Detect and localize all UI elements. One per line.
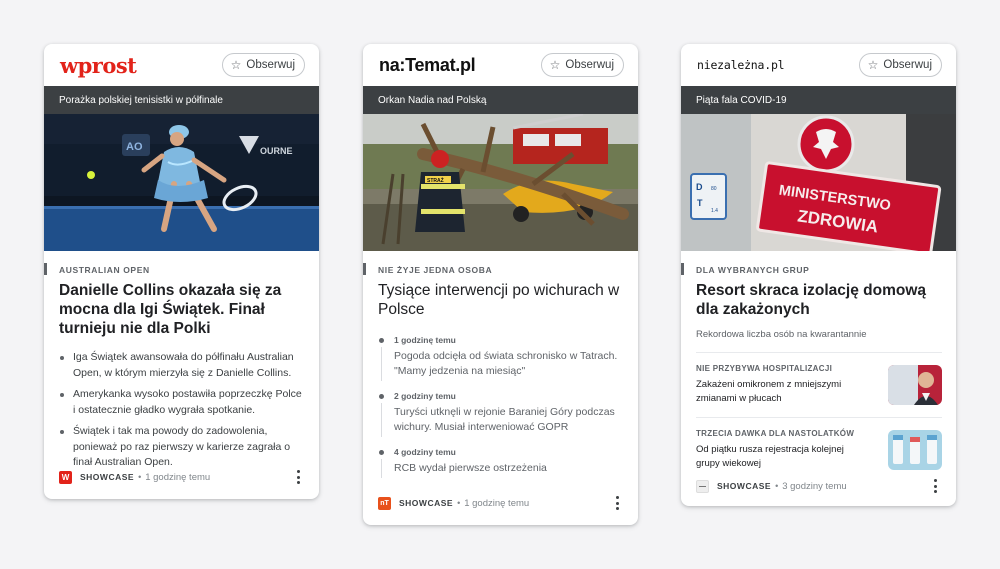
timeline-time: 4 godziny temu xyxy=(394,447,456,457)
related-kicker: NIE PRZYBYWA HOSPITALIZACJI xyxy=(696,364,833,373)
ministry-of-health-sign-photo: D 80 T 1.4 MINISTERSTWO ZDROWIA xyxy=(681,114,956,251)
publisher-name: na:Temat.pl xyxy=(379,54,476,75)
separator-dot: • xyxy=(775,481,779,491)
source-label: SHOWCASE xyxy=(80,472,135,482)
headline[interactable]: Resort skraca izolację domową dla zakażo… xyxy=(696,281,942,319)
plate-text: 1.4 xyxy=(711,208,718,214)
bullet-item[interactable]: Iga Świątek awansowała do półfinału Aust… xyxy=(59,350,305,381)
follow-button[interactable]: ☆ Obserwuj xyxy=(221,53,305,77)
kicker-row: NIE ŻYJE JEDNA OSOBA Tysiące interwencji… xyxy=(363,251,624,319)
headline[interactable]: Tysiące interwencji po wichurach w Polsc… xyxy=(378,281,624,319)
news-card-natemat[interactable]: na:Temat.pl ☆ Obserwuj Orkan Nadia nad P… xyxy=(363,44,638,525)
source-label: SHOWCASE xyxy=(399,498,454,508)
card-header: wprost ☆ Obserwuj xyxy=(44,44,319,86)
tennis-player-photo: AO OURNE xyxy=(44,114,319,251)
svg-text:STRAŻ: STRAŻ xyxy=(427,177,444,184)
related-text: NIE PRZYBYWA HOSPITALIZACJI Zakażeni omi… xyxy=(696,364,866,406)
star-icon: ☆ xyxy=(230,58,242,72)
topic-label: Orkan Nadia nad Polską xyxy=(378,94,487,106)
kicker: AUSTRALIAN OPEN xyxy=(59,265,150,275)
follow-label: Obserwuj xyxy=(883,59,932,71)
hero-image-storm[interactable]: STRAŻ xyxy=(363,114,638,251)
related-title: Zakażeni omikronem z mniejszymi zmianami… xyxy=(696,379,842,404)
card-footer: nT SHOWCASE • 1 godzinę temu xyxy=(378,493,624,513)
news-card-niezalezna[interactable]: niezależna.pl ☆ Obserwuj Piąta fala COVI… xyxy=(681,44,956,506)
card-body: AUSTRALIAN OPEN Danielle Collins okazała… xyxy=(44,251,319,471)
hero-image-ministry[interactable]: D 80 T 1.4 MINISTERSTWO ZDROWIA xyxy=(681,114,956,251)
publisher-name: niezależna.pl xyxy=(697,58,785,72)
related-item[interactable]: TRZECIA DAWKA DLA NASTOLATKÓW Od piątku … xyxy=(696,417,942,482)
more-options-icon[interactable] xyxy=(610,494,624,512)
timestamp: 3 godziny temu xyxy=(782,480,847,492)
timeline-time: 2 godziny temu xyxy=(394,391,456,401)
publisher-logo-natemat[interactable]: na:Temat.pl xyxy=(379,54,476,76)
hero-image-tennis-player[interactable]: AO OURNE xyxy=(44,114,319,251)
timeline: 1 godzinę temu Pogoda odcięła od świata … xyxy=(378,335,624,478)
firefighter-fallen-tree-photo: STRAŻ xyxy=(363,114,638,251)
related-list: NIE PRZYBYWA HOSPITALIZACJI Zakażeni omi… xyxy=(696,352,942,482)
card-header: na:Temat.pl ☆ Obserwuj xyxy=(363,44,638,86)
svg-text:OURNE: OURNE xyxy=(260,146,293,156)
publisher-logo-wprost[interactable]: wprost xyxy=(60,52,137,78)
topic-bar[interactable]: Piąta fala COVID-19 xyxy=(681,86,956,114)
bullet-list: Iga Świątek awansowała do półfinału Aust… xyxy=(59,350,305,471)
more-options-icon[interactable] xyxy=(291,468,305,486)
related-kicker: TRZECIA DAWKA DLA NASTOLATKÓW xyxy=(696,429,855,438)
follow-button[interactable]: ☆ Obserwuj xyxy=(540,53,624,77)
timeline-text: RCB wydał pierwsze ostrzeżenia xyxy=(394,462,547,474)
timeline-item[interactable]: 1 godzinę temu Pogoda odcięła od świata … xyxy=(378,335,624,381)
plate-text: 80 xyxy=(711,186,717,192)
follow-button[interactable]: ☆ Obserwuj xyxy=(858,53,942,77)
vaccine-thumbnail xyxy=(888,430,942,470)
plate-text: T xyxy=(697,198,703,208)
natemat-favicon-icon: nT xyxy=(378,496,391,510)
timeline-text: Turyści utknęli w rejonie Baraniej Góry … xyxy=(394,406,615,433)
timestamp: 1 godzinę temu xyxy=(464,497,530,509)
kicker-row: AUSTRALIAN OPEN Danielle Collins okazała… xyxy=(44,251,305,338)
timeline-text: Pogoda odcięła od świata schronisko w Ta… xyxy=(394,350,618,377)
timestamp: 1 godzinę temu xyxy=(145,471,211,483)
card-body: NIE ŻYJE JEDNA OSOBA Tysiące interwencji… xyxy=(363,251,638,478)
kicker: DLA WYBRANYCH GRUP xyxy=(696,265,810,275)
timeline-item[interactable]: 2 godziny temu Turyści utknęli w rejonie… xyxy=(378,391,624,437)
follow-label: Obserwuj xyxy=(246,59,295,71)
star-icon: ☆ xyxy=(867,58,879,72)
kicker: NIE ŻYJE JEDNA OSOBA xyxy=(378,265,493,275)
doctor-photo xyxy=(888,365,942,405)
follow-label: Obserwuj xyxy=(565,59,614,71)
topic-label: Piąta fala COVID-19 xyxy=(696,94,787,106)
topic-bar[interactable]: Porażka polskiej tenisistki w półfinale xyxy=(44,86,319,114)
card-footer: W SHOWCASE • 1 godzinę temu xyxy=(59,467,305,487)
separator-dot: • xyxy=(138,472,142,482)
related-text: TRZECIA DAWKA DLA NASTOLATKÓW Od piątku … xyxy=(696,429,866,471)
card-footer: SHOWCASE • 3 godziny temu xyxy=(696,476,942,496)
card-body: DLA WYBRANYCH GRUP Resort skraca izolacj… xyxy=(681,251,956,482)
niezalezna-favicon-icon xyxy=(696,479,709,493)
headline[interactable]: Danielle Collins okazała się za mocna dl… xyxy=(59,281,305,338)
more-options-icon[interactable] xyxy=(928,477,942,495)
topic-bar[interactable]: Orkan Nadia nad Polską xyxy=(363,86,638,114)
topic-label: Porażka polskiej tenisistki w półfinale xyxy=(59,94,223,106)
card-header: niezależna.pl ☆ Obserwuj xyxy=(681,44,956,86)
news-card-wprost[interactable]: wprost ☆ Obserwuj Porażka polskiej tenis… xyxy=(44,44,319,499)
related-item[interactable]: NIE PRZYBYWA HOSPITALIZACJI Zakażeni omi… xyxy=(696,352,942,417)
svg-text:AO: AO xyxy=(126,141,143,153)
separator-dot: • xyxy=(457,498,461,508)
wprost-favicon-icon: W xyxy=(59,470,72,484)
kicker-row: DLA WYBRANYCH GRUP Resort skraca izolacj… xyxy=(681,251,942,319)
bullet-item[interactable]: Amerykanka wysoko postawiła poprzeczkę P… xyxy=(59,387,305,418)
vaccine-vials-photo xyxy=(888,430,942,470)
related-title: Od piątku rusza rejestracja kolejnej gru… xyxy=(696,444,844,469)
publisher-name: wprost xyxy=(60,52,137,78)
star-icon: ☆ xyxy=(549,58,561,72)
timeline-time: 1 godzinę temu xyxy=(394,335,456,345)
bullet-item[interactable]: Świątek i tak ma powody do zadowolenia, … xyxy=(59,424,305,471)
publisher-logo-niezalezna[interactable]: niezależna.pl xyxy=(697,58,785,72)
plate-text: D xyxy=(696,182,703,192)
timeline-item[interactable]: 4 godziny temu RCB wydał pierwsze ostrze… xyxy=(378,447,624,478)
subtitle: Rekordowa liczba osób na kwarantannie xyxy=(696,329,867,340)
doctor-thumbnail xyxy=(888,365,942,405)
source-label: SHOWCASE xyxy=(717,481,772,491)
